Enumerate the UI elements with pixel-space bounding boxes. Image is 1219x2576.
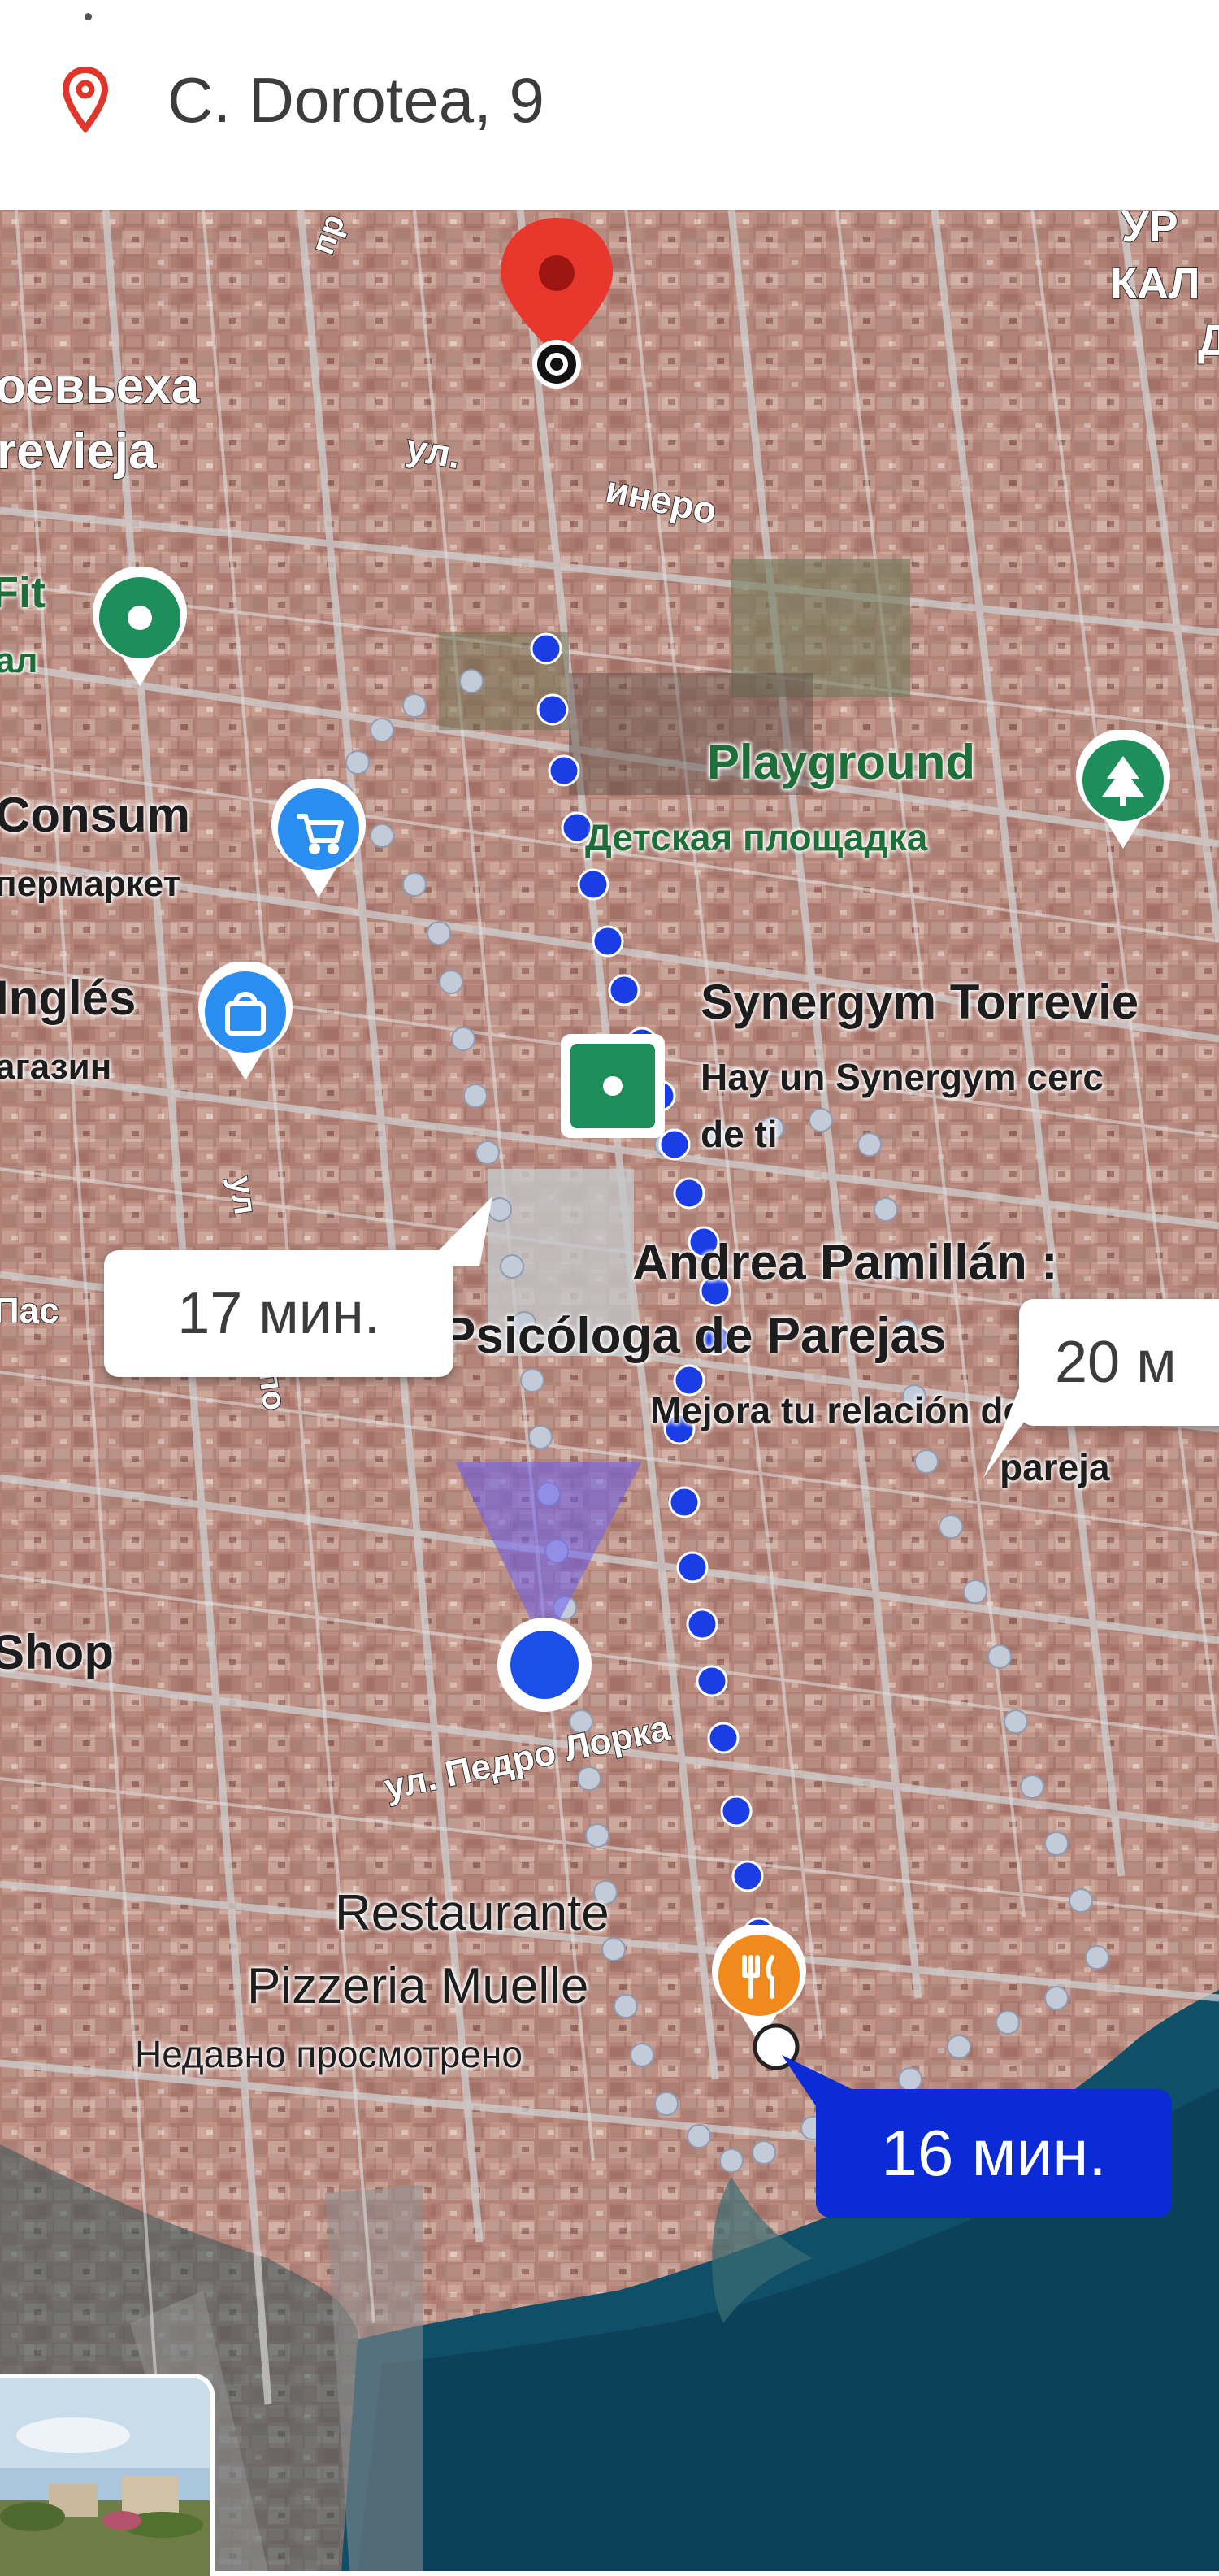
route-time-bubble-right[interactable]: 20 м xyxy=(1019,1299,1219,1426)
street-label-minero-left: ул. xyxy=(402,425,465,478)
poi-playground-marker[interactable] xyxy=(1073,730,1173,852)
poi-consum-name: Consum xyxy=(0,788,190,842)
area-label-torrevieja: revieja xyxy=(0,423,158,480)
area-label-top-right-3: Д xyxy=(1197,315,1219,366)
status-dot xyxy=(85,13,92,20)
route-bubble-tail-selected xyxy=(782,2055,855,2128)
route-time-bubble-left[interactable]: 17 мин. xyxy=(104,1250,453,1377)
poi-fit-name: Fit xyxy=(0,568,46,617)
poi-consum-marker[interactable] xyxy=(268,779,369,901)
square-dot-icon xyxy=(603,1076,623,1096)
area-label-top-right-2: КАЛ xyxy=(1109,258,1201,309)
poi-synergym-marker[interactable] xyxy=(557,1031,668,1141)
poi-synergym-sub2: de ti xyxy=(701,1113,778,1155)
map-view[interactable]: оевьеха revieja УР КАЛ Д Пас ул. инеро у… xyxy=(0,210,1219,2571)
poi-restaurant-name-line2[interactable]: Pizzeria Muelle xyxy=(247,1957,588,2015)
area-label-top-right-1: УР xyxy=(1121,210,1179,252)
poi-playground-name: Playground xyxy=(707,735,976,789)
poi-ingles-sub: агазин xyxy=(0,1047,112,1087)
poi-andrea-name-line2[interactable]: Psicóloga de Parejas xyxy=(442,1307,946,1365)
route-time-right-text: 20 м xyxy=(1055,1330,1177,1395)
street-label-vertical-u: ул xyxy=(222,1173,264,1218)
route-time-bubble-selected[interactable]: 16 мин. xyxy=(816,2089,1172,2218)
poi-andrea-sub1: Mejora tu relación de xyxy=(650,1389,1025,1431)
poi-playground-sub: Детская площадка xyxy=(585,816,928,858)
poi-ingles-marker[interactable] xyxy=(195,962,296,1084)
poi-synergym-sub1: Hay un Synergym cerc xyxy=(701,1056,1104,1098)
photo-image xyxy=(0,2378,210,2576)
poi-consum-sub: пермаркет xyxy=(0,864,181,904)
route-bubble-tail-right xyxy=(983,1388,1048,1478)
poi-fit-marker[interactable] xyxy=(89,567,190,689)
poi-shop-name: Shop xyxy=(0,1625,114,1679)
area-label-torrevieja-ru: оевьеха xyxy=(0,358,200,415)
route-bubble-tail-left xyxy=(423,1197,492,1266)
poi-restaurant-name-line1[interactable]: Restaurante xyxy=(335,1884,610,1942)
destination-pin-icon[interactable] xyxy=(488,210,626,397)
route-time-left-text: 17 мин. xyxy=(177,1281,380,1346)
poi-fit-sub: ал xyxy=(0,641,38,680)
poi-ingles-name: Inglés xyxy=(0,971,137,1025)
current-location-icon[interactable] xyxy=(491,1611,598,1718)
address-title[interactable]: C. Dorotea, 9 xyxy=(167,63,544,137)
poi-synergym-name: Synergym Torrevie xyxy=(701,975,1139,1029)
poi-restaurant-sub: Недавно просмотрено xyxy=(135,2033,523,2075)
route-time-selected-text: 16 мин. xyxy=(881,2117,1107,2189)
poi-andrea-name-line1[interactable]: Andrea Pamillán : xyxy=(632,1234,1058,1292)
top-bar: C. Dorotea, 9 xyxy=(0,0,1219,210)
place-photo-thumbnail[interactable] xyxy=(0,2374,215,2576)
area-label-pas: Пас xyxy=(0,1290,60,1331)
location-pin-icon xyxy=(62,67,109,133)
